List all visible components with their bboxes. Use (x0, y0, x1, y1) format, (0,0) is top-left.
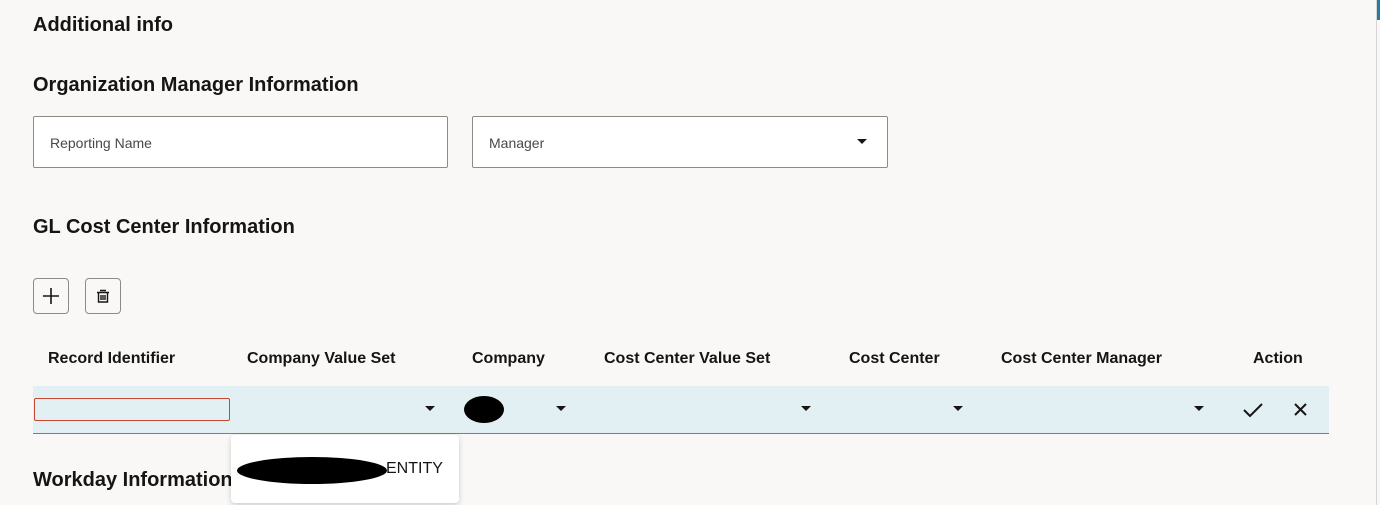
manager-placeholder: Manager (489, 135, 545, 151)
company-dropdown-icon[interactable] (556, 406, 566, 411)
close-icon[interactable] (1293, 402, 1308, 417)
column-header-cost-center-value-set: Cost Center Value Set (604, 350, 771, 367)
redacted-option-text (237, 457, 387, 484)
reporting-name-field[interactable]: Reporting Name (33, 116, 448, 168)
column-header-action: Action (1253, 350, 1303, 367)
cost-center-dropdown-icon[interactable] (953, 406, 963, 411)
company-value-set-dropdown-icon[interactable] (425, 406, 435, 411)
add-row-button[interactable] (33, 278, 69, 314)
dropdown-option[interactable]: ENTITY (386, 460, 443, 478)
section-title-workday: Workday Information (33, 469, 233, 491)
column-header-cost-center-manager: Cost Center Manager (1001, 350, 1162, 367)
section-title-org-manager: Organization Manager Information (33, 74, 359, 96)
section-title-additional-info: Additional info (33, 14, 173, 36)
checkmark-icon[interactable] (1242, 401, 1264, 419)
section-title-gl-cost-center: GL Cost Center Information (33, 216, 295, 238)
column-header-company: Company (472, 350, 545, 367)
plus-icon (43, 288, 59, 304)
record-identifier-input[interactable] (34, 398, 230, 421)
redacted-company-value (464, 396, 504, 423)
trash-icon (97, 289, 109, 303)
cost-center-value-set-dropdown-icon[interactable] (801, 406, 811, 411)
reporting-name-placeholder: Reporting Name (50, 135, 152, 151)
column-header-record-identifier: Record Identifier (48, 350, 176, 367)
column-header-company-value-set: Company Value Set (247, 350, 396, 367)
divider (1376, 0, 1377, 505)
delete-row-button[interactable] (85, 278, 121, 314)
column-header-cost-center: Cost Center (849, 350, 940, 367)
dropdown-menu: ENTITY (231, 435, 459, 503)
chevron-down-icon[interactable] (857, 139, 867, 144)
manager-select[interactable]: Manager (472, 116, 888, 168)
cost-center-manager-dropdown-icon[interactable] (1194, 406, 1204, 411)
